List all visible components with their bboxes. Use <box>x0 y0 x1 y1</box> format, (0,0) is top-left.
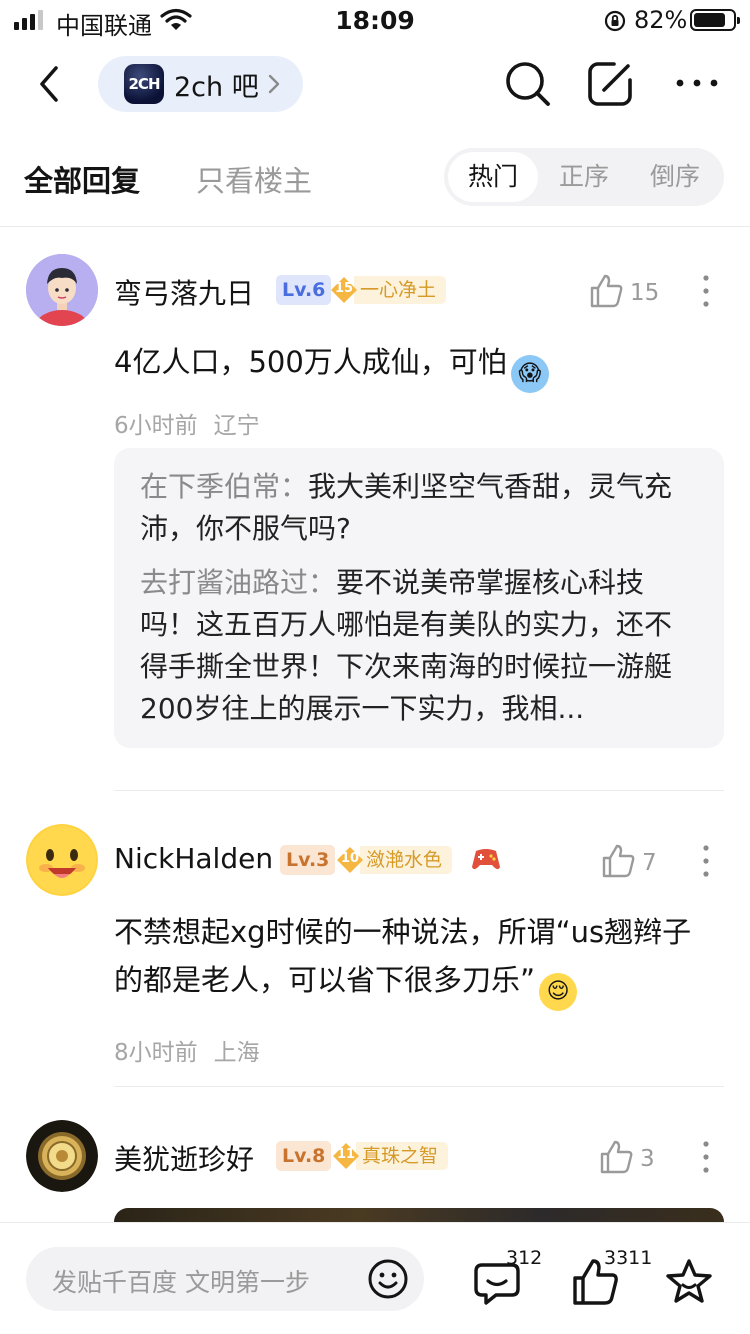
member-tag-badge: 15 一心净土 <box>330 275 447 305</box>
scream-emoji: 😱 <box>510 355 549 393</box>
divider <box>0 226 750 227</box>
avatar[interactable] <box>26 824 98 896</box>
like-count-total: 3311 <box>604 1247 653 1269</box>
more-vertical-icon[interactable] <box>700 843 712 879</box>
like-count: 3 <box>640 1146 655 1172</box>
forum-name: 2ch 吧 <box>174 71 259 103</box>
member-tag-badge: 11 真珠之智 <box>332 1141 449 1171</box>
search-icon[interactable] <box>502 58 554 110</box>
nav-bar: 2CH 2ch 吧 <box>0 52 750 118</box>
comment-meta: 8小时前 上海 <box>114 1040 260 1066</box>
reply-input[interactable]: 发贴千百度 文明第一步 <box>26 1247 424 1311</box>
more-vertical-icon[interactable] <box>700 1139 712 1175</box>
comment-content: 不禁想起xg时候的一种说法，所谓“us翘辫子的都是老人，可以省下很多刀乐” 😌 <box>114 908 714 1011</box>
comment-meta: 6小时前 辽宁 <box>114 413 260 439</box>
status-bar: 中国联通 18:09 82% <box>0 0 750 42</box>
sort-descending[interactable]: 倒序 <box>630 152 720 202</box>
like-count: 15 <box>630 280 660 306</box>
like-count: 7 <box>642 850 657 876</box>
bottom-bar: 发贴千百度 文明第一步 312 3311 <box>0 1222 750 1334</box>
forum-logo: 2CH <box>124 64 164 104</box>
sort-ascending[interactable]: 正序 <box>539 152 629 202</box>
tab-only-op[interactable]: 只看楼主 <box>196 158 312 200</box>
level-badge: Lv.3 <box>280 845 336 875</box>
member-tag-badge: 10 潋滟水色 <box>336 845 453 875</box>
thumbs-up-icon[interactable] <box>598 1139 634 1175</box>
divider <box>114 1086 724 1087</box>
emoji-icon[interactable] <box>366 1257 410 1301</box>
comment-content: 4亿人口，500万人成仙，可怕 😱 <box>114 338 714 393</box>
divider <box>114 790 724 791</box>
reply-tabs: 全部回复 只看楼主 热门 正序 倒序 <box>0 146 750 210</box>
rotation-lock-icon <box>604 10 626 32</box>
level-badge: Lv.8 <box>276 1141 332 1171</box>
chevron-right-icon <box>268 74 279 94</box>
star-icon[interactable] <box>664 1257 714 1307</box>
thumbs-up-icon[interactable] <box>588 273 624 309</box>
comment-count: 312 <box>506 1247 543 1269</box>
more-icon[interactable] <box>672 68 722 98</box>
sub-replies[interactable]: 在下季伯常：我大美利坚空气香甜，灵气充沛，你不服气吗? 去打酱油路过：要不说美帝… <box>114 448 724 748</box>
username[interactable]: NickHalden <box>114 842 273 875</box>
sort-toggle: 热门 正序 倒序 <box>444 148 724 206</box>
gamepad-icon <box>472 849 500 870</box>
forum-pill[interactable]: 2CH 2ch 吧 <box>98 56 303 112</box>
thumbs-up-icon[interactable] <box>600 843 636 879</box>
diamond-icon: 15 <box>330 276 358 304</box>
username[interactable]: 美犹逝珍好 <box>114 1138 254 1178</box>
battery-percent: 82% <box>634 6 688 34</box>
username[interactable]: 弯弓落九日 <box>114 272 254 312</box>
reply-input-placeholder: 发贴千百度 文明第一步 <box>52 1268 310 1297</box>
sub-reply: 在下季伯常：我大美利坚空气香甜，灵气充沛，你不服气吗? <box>140 470 673 545</box>
avatar[interactable] <box>26 1120 98 1192</box>
diamond-icon: 10 <box>336 846 364 874</box>
edit-icon[interactable] <box>584 58 636 110</box>
back-icon[interactable] <box>30 62 74 106</box>
diamond-icon: 11 <box>332 1142 360 1170</box>
level-badge: Lv.6 <box>276 275 332 305</box>
battery-icon <box>690 9 740 31</box>
tab-all-replies[interactable]: 全部回复 <box>24 158 140 200</box>
more-vertical-icon[interactable] <box>700 273 712 309</box>
sort-hot[interactable]: 热门 <box>448 152 538 202</box>
sub-reply: 去打酱油路过：要不说美帝掌握核心科技吗！这五百万人哪怕是有美队的实力，还不得手撕… <box>140 566 673 725</box>
relieved-emoji: 😌 <box>539 973 578 1011</box>
avatar[interactable] <box>26 254 98 326</box>
